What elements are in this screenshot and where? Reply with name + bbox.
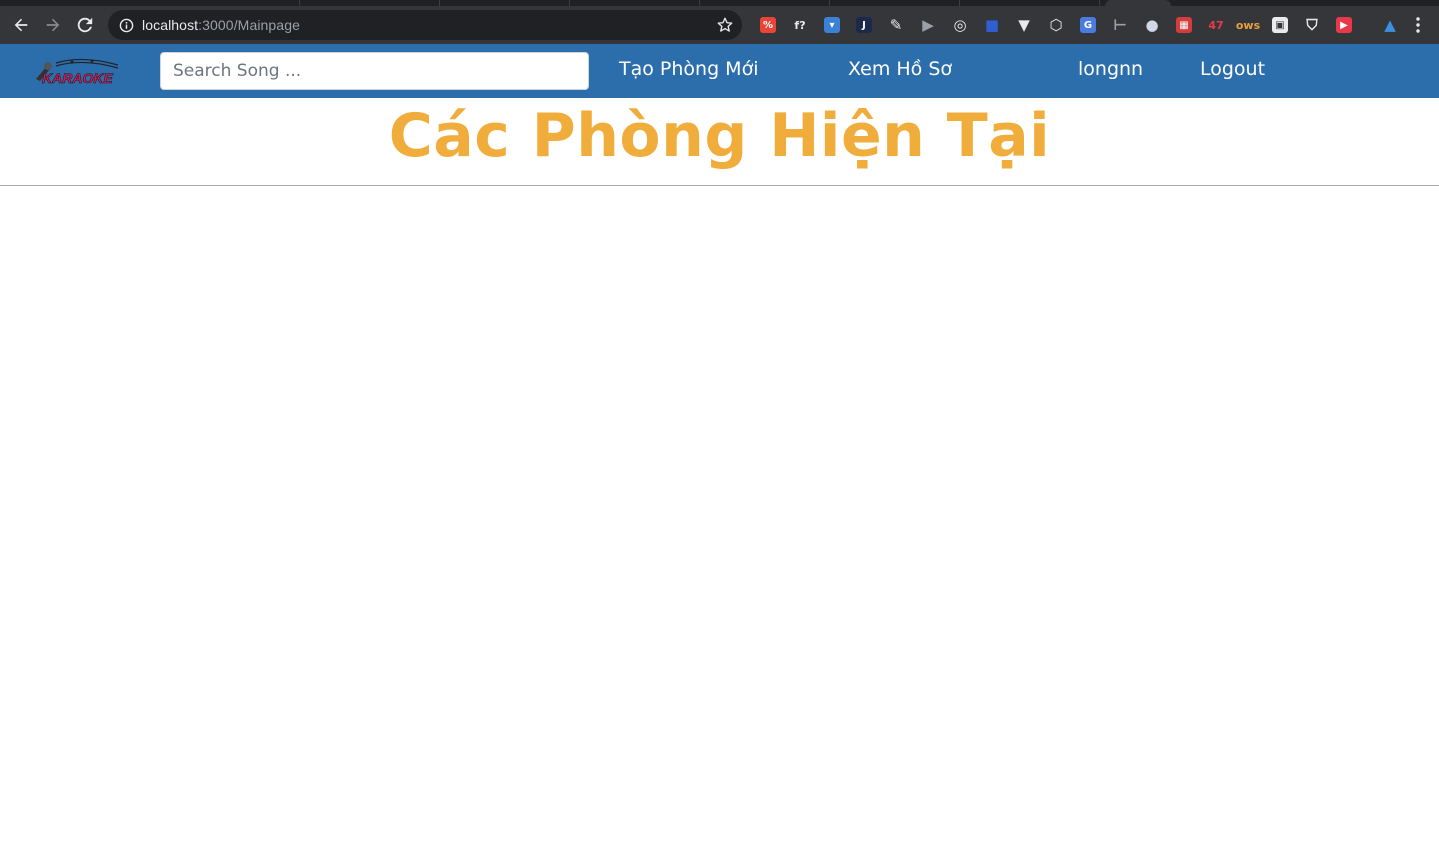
url-text: localhost:3000/Mainpage [142,17,300,33]
ext-bracket-icon[interactable]: ⊢ [1104,12,1136,38]
username-link[interactable]: longnn [1078,58,1143,80]
extensions-bar: % f? ▾ J ✎ ▶ ◎ ■ ▼ ⬡ G ⊢ ● ▦ 47 ows ▣ ⛉ ▶ ▲ [752,12,1406,38]
kebab-menu-icon[interactable] [1409,16,1427,34]
info-icon[interactable] [118,17,134,33]
address-bar[interactable]: localhost:3000/Mainpage [108,10,742,40]
ext-red-grid-icon[interactable]: ▦ [1168,12,1200,38]
ext-play-icon[interactable]: ▶ [912,12,944,38]
ext-j-icon[interactable]: J [848,12,880,38]
ext-47-icon[interactable]: 47 [1200,12,1232,38]
ext-red-percent-icon[interactable]: % [752,12,784,38]
ext-square-icon[interactable]: ■ [976,12,1008,38]
logo-text: KARAOKE [42,70,113,85]
ext-cube-icon[interactable]: ⬡ [1040,12,1072,38]
ext-white-box-icon[interactable]: ▣ [1264,12,1296,38]
rooms-header: Các Phòng Hiện Tại [0,98,1439,186]
ext-circle-icon[interactable]: ● [1136,12,1168,38]
ext-translate-icon[interactable]: G [1072,12,1104,38]
ext-red-play-icon[interactable]: ▶ [1328,12,1360,38]
app-navbar: KARAOKE Tạo Phòng Mới Xem Hồ Sơ longnn L… [0,44,1439,98]
ext-pocket-icon[interactable]: ▾ [816,12,848,38]
ext-pen-badge-icon[interactable]: ✎ [880,12,912,38]
create-room-link[interactable]: Tạo Phòng Mới [619,58,758,80]
reload-icon[interactable] [69,9,101,41]
karaoke-logo[interactable]: KARAOKE [32,57,122,86]
forward-icon[interactable] [37,9,69,41]
browser-chrome: localhost:3000/Mainpage % f? ▾ J ✎ ▶ ◎ ■ ▼ ⬡ G ⊢ ● ▦ 4… [0,0,1439,44]
ext-target-icon[interactable]: ◎ [944,12,976,38]
back-icon[interactable] [5,9,37,41]
ext-vue-icon[interactable]: ▼ [1008,12,1040,38]
ext-ows-icon[interactable]: ows [1232,12,1264,38]
ext-font-question-icon[interactable]: f? [784,12,816,38]
view-profile-link[interactable]: Xem Hồ Sơ [848,58,952,80]
bookmark-star-icon[interactable] [716,16,734,34]
logout-link[interactable]: Logout [1200,58,1265,80]
page-title: Các Phòng Hiện Tại [388,101,1051,171]
ext-triangle-icon[interactable]: ▲ [1374,12,1406,38]
search-song-input[interactable] [160,52,589,90]
browser-toolbar: localhost:3000/Mainpage % f? ▾ J ✎ ▶ ◎ ■ ▼ ⬡ G ⊢ ● ▦ 4… [0,6,1439,44]
ext-shield-icon[interactable]: ⛉ [1296,12,1328,38]
